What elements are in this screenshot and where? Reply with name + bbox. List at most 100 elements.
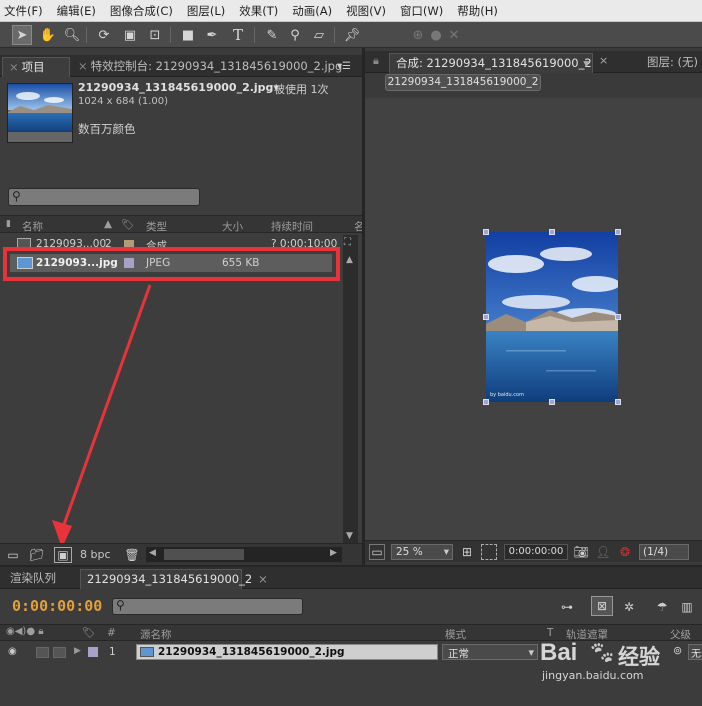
- eye-visibility-icon[interactable]: ◉: [8, 646, 17, 657]
- clone-stamp-tool-icon[interactable]: ⚲: [285, 25, 305, 45]
- viewer-controls: ▭ 25 % ▾ ⊞ 0:00:00:00 📷︎ 👤︎ ❂ (1/4): [365, 540, 702, 562]
- column-type[interactable]: 类型: [146, 219, 167, 234]
- project-search-input[interactable]: ⚲: [8, 188, 200, 206]
- zoom-tool-icon[interactable]: 🔍︎: [62, 25, 82, 45]
- menu-file[interactable]: 文件(F): [4, 3, 43, 19]
- menu-window[interactable]: 窗口(W): [400, 3, 443, 19]
- composition-tabbar: 🔒︎ 合成: 21290934_131845619000_2 ▾ × 图层: (…: [365, 51, 702, 73]
- chevron-down-icon[interactable]: ▾: [444, 545, 449, 559]
- project-horizontal-scrollbar[interactable]: ◀ ▶: [146, 547, 342, 562]
- menu-composition[interactable]: 图像合成(C): [110, 3, 173, 19]
- lock-icon[interactable]: 🔒︎: [373, 54, 379, 68]
- eraser-tool-icon[interactable]: ▱: [309, 25, 329, 45]
- puppet-pin-tool-icon[interactable]: 📌︎: [342, 25, 362, 45]
- close-icon[interactable]: ×: [78, 59, 88, 73]
- motion-blur-icon[interactable]: ☂: [651, 598, 673, 616]
- watermark-brand2: 经验: [618, 645, 660, 669]
- timeline-current-time[interactable]: 0:00:00:00: [12, 597, 102, 615]
- resolution-dropdown[interactable]: (1/4): [639, 544, 689, 560]
- label-tag-icon[interactable]: 🏷︎: [82, 626, 95, 639]
- tab-effect-controls[interactable]: × 特效控制台: 21290934_131845619000_2.jpg: [72, 57, 342, 77]
- composition-viewer[interactable]: by baidu.com: [365, 98, 702, 540]
- camera-snapshot-icon[interactable]: 📷︎: [573, 544, 589, 560]
- scroll-left-icon[interactable]: ◀: [149, 548, 156, 558]
- selected-file-name[interactable]: 21290934_131845619000_2.jpg▾: [78, 81, 279, 94]
- lock-toggle[interactable]: [53, 647, 66, 658]
- column-source-name[interactable]: 源名称: [140, 627, 172, 642]
- new-folder-icon[interactable]: 📁︎: [28, 547, 46, 563]
- trash-icon[interactable]: 🗑︎: [124, 547, 140, 563]
- tab-render-queue[interactable]: 渲染队列: [4, 569, 76, 589]
- highlight-box: [3, 247, 340, 281]
- composition-nav-button[interactable]: 21290934_131845619000_2: [385, 74, 541, 91]
- expand-arrow-icon[interactable]: ▶: [74, 646, 81, 656]
- close-icon[interactable]: ×: [258, 572, 268, 586]
- menu-view[interactable]: 视图(V): [346, 3, 386, 19]
- menu-layer[interactable]: 图层(L): [187, 3, 225, 19]
- shy-layers-icon[interactable]: ✲: [618, 598, 640, 616]
- menu-animation[interactable]: 动画(A): [292, 3, 332, 19]
- hand-tool-icon[interactable]: ✋: [38, 25, 58, 45]
- selection-tool-icon[interactable]: ➤: [12, 25, 32, 45]
- rectangle-tool-icon[interactable]: ■: [178, 25, 198, 45]
- timeline-tabbar: 渲染队列 21290934_131845619000_2 ×: [0, 567, 702, 589]
- scroll-thumb[interactable]: [164, 549, 244, 560]
- camera-tool-icon[interactable]: ▣: [120, 25, 140, 45]
- menu-edit[interactable]: 编辑(E): [57, 3, 96, 19]
- interpret-footage-icon[interactable]: ▭: [4, 547, 22, 563]
- column-t[interactable]: T: [547, 627, 553, 639]
- label-color-swatch[interactable]: [88, 647, 98, 657]
- mask-visibility-icon[interactable]: [481, 544, 497, 560]
- graph-editor-icon[interactable]: ▥: [676, 598, 698, 616]
- av-features-icons: ◉◀)● 🔒︎: [6, 626, 44, 637]
- tab-layer[interactable]: 图层: (无): [641, 53, 702, 73]
- magnification-dropdown[interactable]: 25 % ▾: [391, 544, 453, 560]
- new-composition-icon[interactable]: ▣: [54, 547, 72, 563]
- project-vertical-scrollbar[interactable]: ⛶ ▲ ▼: [343, 235, 358, 543]
- scroll-up-icon[interactable]: ▲: [346, 255, 353, 265]
- watermark-site: jingyan.baidu.com: [542, 669, 644, 682]
- flowchart-icon[interactable]: ⛶: [344, 237, 351, 248]
- label-tag-icon[interactable]: 🏷︎: [121, 218, 134, 231]
- rotate-tool-icon[interactable]: ⟳: [94, 25, 114, 45]
- comp-mini-flowchart-icon[interactable]: ⊶: [556, 598, 578, 616]
- layer-name-field[interactable]: 21290934_131845619000_2.jpg: [136, 644, 438, 660]
- safe-margins-icon[interactable]: ⊞: [459, 544, 475, 560]
- scroll-right-icon[interactable]: ▶: [330, 548, 337, 558]
- column-name[interactable]: 名称: [22, 219, 43, 234]
- scroll-down-icon[interactable]: ▼: [346, 531, 353, 541]
- column-mode[interactable]: 模式: [445, 627, 466, 642]
- solo-toggle[interactable]: [36, 647, 49, 658]
- tab-timeline-composition[interactable]: 21290934_131845619000_2 ×: [80, 569, 268, 589]
- draft-3d-icon[interactable]: ⊠: [591, 596, 613, 616]
- baidu-watermark: Bai 🐾︎ 经验 jingyan.baidu.com: [540, 639, 700, 682]
- menu-help[interactable]: 帮助(H): [457, 3, 498, 19]
- column-size[interactable]: 大小: [222, 219, 243, 234]
- menu-effect[interactable]: 效果(T): [239, 3, 278, 19]
- brush-tool-icon[interactable]: ✎: [262, 25, 282, 45]
- tab-project[interactable]: × 项目: [2, 57, 70, 77]
- sort-ascending-icon[interactable]: ▲: [104, 218, 112, 230]
- chevron-down-icon[interactable]: ▾: [583, 54, 589, 73]
- axis-world-icon: ●: [430, 27, 442, 43]
- tab-composition[interactable]: 合成: 21290934_131845619000_2 ▾: [389, 53, 593, 73]
- channel-icon[interactable]: ❂: [617, 544, 633, 560]
- blend-mode-dropdown[interactable]: 正常 ▾: [442, 644, 538, 660]
- show-snapshot-icon[interactable]: 👤︎: [595, 544, 611, 560]
- bit-depth-button[interactable]: 8 bpc: [80, 548, 111, 561]
- always-preview-icon[interactable]: ▭: [369, 544, 385, 560]
- close-icon[interactable]: ×: [599, 54, 608, 67]
- timeline-panel: 渲染队列 21290934_131845619000_2 × 0:00:00:00…: [0, 567, 702, 706]
- pen-tool-icon[interactable]: ✒: [202, 25, 222, 45]
- column-duration[interactable]: 持续时间: [271, 219, 313, 234]
- close-icon[interactable]: ×: [9, 60, 19, 74]
- chevron-down-icon[interactable]: ▾: [528, 646, 534, 659]
- used-count: 被使用 1次: [274, 83, 329, 96]
- text-tool-icon[interactable]: T: [228, 25, 248, 45]
- color-depth-info: 数百万颜色: [78, 122, 136, 136]
- current-time-display[interactable]: 0:00:00:00: [504, 544, 568, 560]
- panel-menu-icon[interactable]: ▾☰: [332, 59, 356, 73]
- pan-behind-tool-icon[interactable]: ⊡: [145, 25, 165, 45]
- sort-icon: ▮: [6, 219, 11, 229]
- timeline-search-input[interactable]: ⚲: [112, 598, 303, 615]
